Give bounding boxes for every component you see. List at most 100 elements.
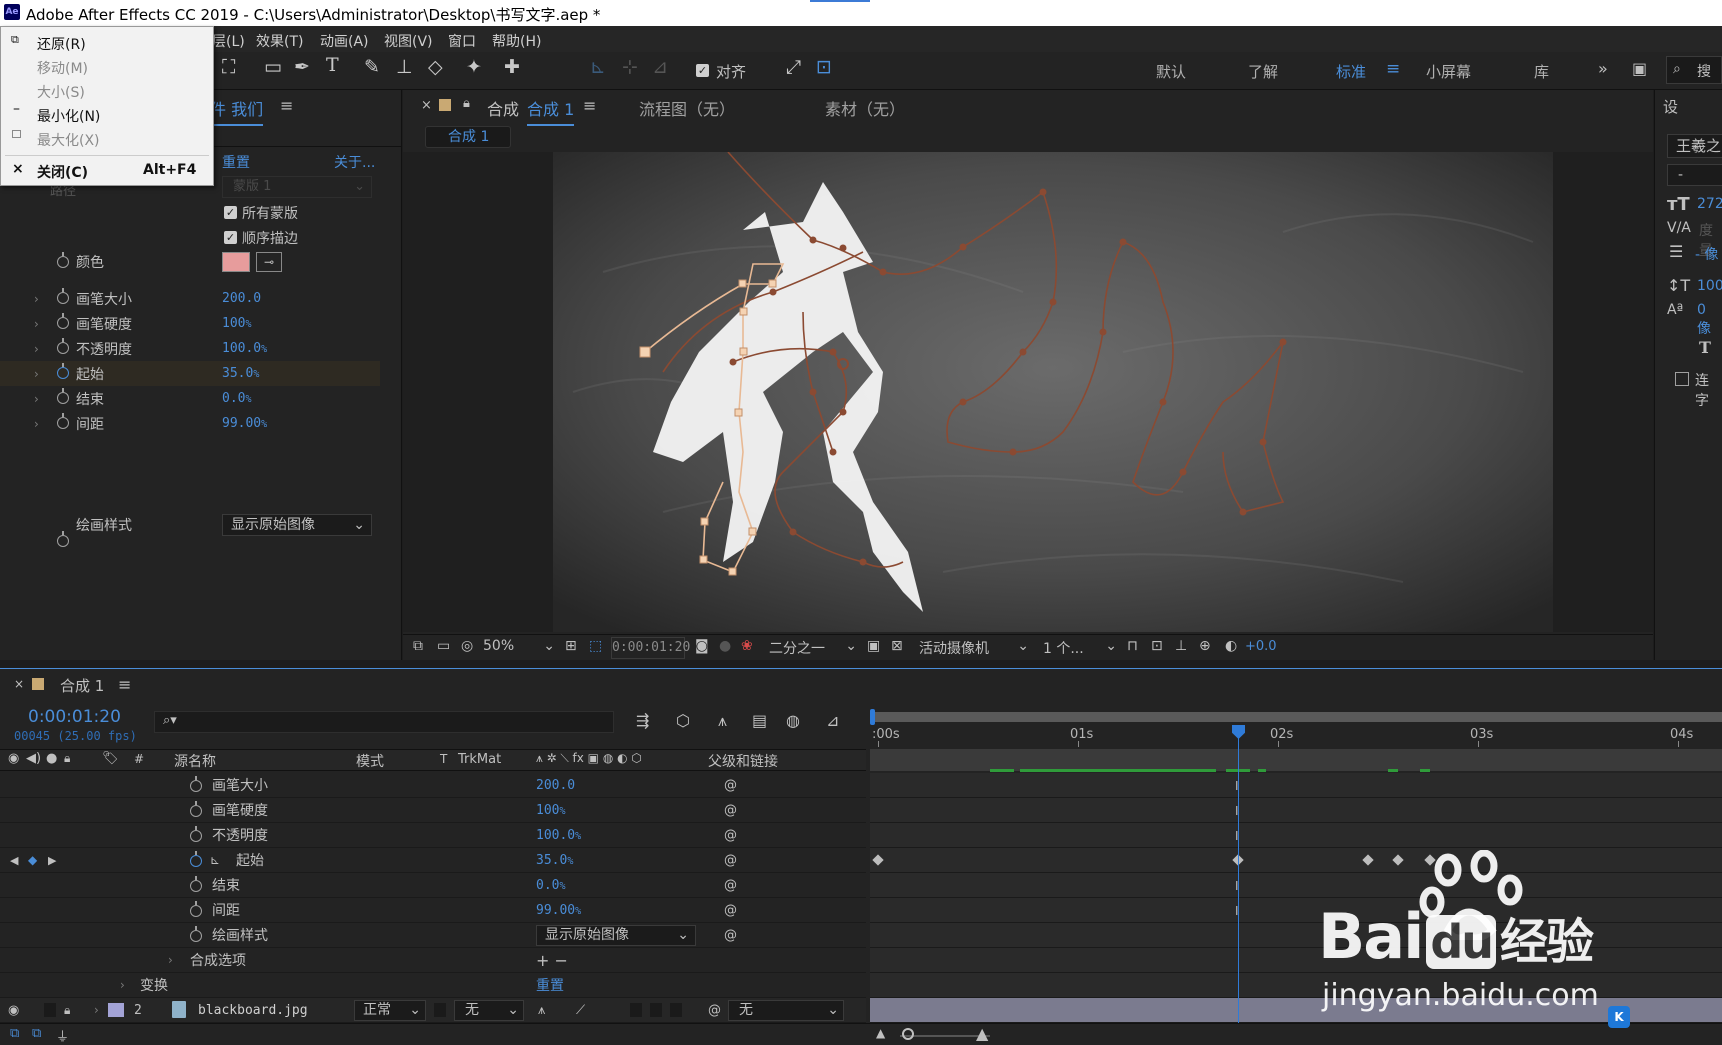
track-row[interactable]: I: [870, 823, 1722, 848]
stopwatch-icon[interactable]: [57, 388, 69, 404]
faux-bold-icon[interactable]: T: [1699, 338, 1711, 357]
title-bar[interactable]: Ae Adobe After Effects CC 2019 - C:\User…: [0, 0, 1722, 26]
effect-about-link[interactable]: 关于...: [334, 152, 375, 172]
chevron-right-icon[interactable]: ›: [34, 342, 39, 356]
layer-row-blackboard[interactable]: ◉ 🔒︎ › 2 blackboard.jpg 正常 ⌄ 无 ⌄ ⩚ ⟋ @ 无 ⌄: [0, 998, 866, 1023]
shy-layers-icon[interactable]: ⩚: [718, 711, 727, 731]
zoom-slider-handle[interactable]: [902, 1028, 914, 1040]
motion-blur-icon[interactable]: ◍: [786, 711, 800, 730]
eye-icon[interactable]: ◉: [8, 751, 19, 766]
layer-name[interactable]: blackboard.jpg: [198, 1003, 308, 1018]
track-row[interactable]: [870, 948, 1722, 973]
stopwatch-icon[interactable]: [57, 252, 69, 268]
expression-pickwhip-icon[interactable]: @: [724, 853, 737, 868]
menu-window[interactable]: 窗口: [448, 31, 476, 51]
viewer-timecode[interactable]: 0:00:01:20: [611, 637, 690, 659]
layer-switches-icon[interactable]: ⧉: [10, 1026, 19, 1041]
views-dropdown[interactable]: 1 个... ⌄: [1043, 638, 1119, 658]
chevron-right-icon[interactable]: ›: [34, 392, 39, 406]
zoom-out-icon[interactable]: ▲: [876, 1026, 885, 1040]
prev-keyframe-icon[interactable]: ◀: [10, 854, 18, 867]
menu-close[interactable]: 关闭(C): [37, 162, 88, 182]
flowchart-icon[interactable]: ⊕: [1199, 638, 1211, 654]
stopwatch-icon[interactable]: [190, 876, 202, 892]
effect-prop-value[interactable]: 99.00%: [222, 416, 267, 431]
pen-tool-icon[interactable]: ✒: [294, 56, 310, 78]
axis-tool-icon[interactable]: ⊾: [590, 56, 606, 78]
menu-restore[interactable]: 还原(R): [37, 34, 86, 54]
stopwatch-icon[interactable]: [57, 313, 69, 329]
effect-prop-value[interactable]: 100%: [222, 316, 252, 331]
track-row[interactable]: I: [870, 898, 1722, 923]
timeline-prop-value[interactable]: 200.0: [536, 778, 575, 793]
effect-prop-row[interactable]: › 结束 0.0%: [0, 386, 380, 411]
track-row[interactable]: [870, 923, 1722, 948]
timeline-prop-value[interactable]: 35.0%: [536, 853, 573, 868]
expression-pickwhip-icon[interactable]: @: [724, 928, 737, 943]
comp-tab-close-icon[interactable]: ×: [421, 98, 432, 113]
frame-blending-icon[interactable]: ▤: [752, 711, 767, 730]
timeline-prop-row[interactable]: 结束 0.0% @: [0, 873, 866, 898]
clone-stamp-tool-icon[interactable]: ⊥: [396, 56, 413, 78]
layer-parent-dropdown[interactable]: 无 ⌄: [728, 1000, 844, 1021]
label-icon[interactable]: 🏷︎: [102, 751, 119, 766]
parent-pickwhip-icon[interactable]: @: [708, 1003, 721, 1018]
timeline-transform-row[interactable]: › 变换 重置: [0, 973, 866, 998]
stroke-width-value[interactable]: - 像: [1695, 244, 1719, 264]
effect-prop-row[interactable]: › 间距 99.00%: [0, 411, 380, 436]
expression-pickwhip-icon[interactable]: @: [724, 828, 737, 843]
menu-help[interactable]: 帮助(H): [492, 31, 541, 51]
path-dropdown[interactable]: 蒙版 1 ⌄: [222, 176, 372, 198]
timeline-prop-row[interactable]: 不透明度 100.0% @: [0, 823, 866, 848]
workspace-learn[interactable]: 了解: [1248, 61, 1278, 82]
pan-behind-tool-icon[interactable]: ⛶: [222, 56, 235, 78]
snap-edges-icon[interactable]: ⤢: [786, 56, 801, 78]
preserve-transparency-box[interactable]: [434, 1003, 446, 1017]
menu-size[interactable]: 大小(S): [37, 82, 85, 102]
chevron-right-icon[interactable]: ›: [34, 317, 39, 331]
sync-settings-icon[interactable]: ▣: [1632, 59, 1647, 78]
effect-prop-value[interactable]: 100.0%: [222, 341, 267, 356]
menu-maximize[interactable]: 最大化(X): [37, 130, 100, 150]
expression-pickwhip-icon[interactable]: @: [724, 778, 737, 793]
chevron-right-icon[interactable]: ›: [34, 292, 39, 306]
comp-tab-name[interactable]: 合成 1: [527, 96, 575, 126]
workspace-menu-icon[interactable]: ≡: [1386, 59, 1400, 79]
transform-reset-link[interactable]: 重置: [536, 975, 564, 995]
track-row[interactable]: I: [870, 873, 1722, 898]
timeline-search-input[interactable]: ⌕▾: [154, 711, 614, 733]
timeline-tab-name[interactable]: 合成 1: [60, 675, 104, 696]
expression-pickwhip-icon[interactable]: @: [724, 803, 737, 818]
zoom-in-icon[interactable]: ▲: [976, 1024, 988, 1043]
render-time-icon[interactable]: ⏚: [56, 1026, 69, 1045]
rectangle-tool-icon[interactable]: ▭: [264, 56, 282, 78]
color-swatch[interactable]: [222, 252, 250, 272]
toggle-pixel-icon[interactable]: ⊓: [1127, 638, 1138, 654]
track-row[interactable]: I: [870, 798, 1722, 823]
expression-pickwhip-icon[interactable]: @: [724, 903, 737, 918]
all-masks-checkbox[interactable]: ✓: [224, 206, 237, 219]
world-axis-icon[interactable]: ⊹: [622, 56, 638, 78]
layer-mode-dropdown[interactable]: 正常 ⌄: [354, 1000, 426, 1021]
effect-prop-row[interactable]: › 起始 35.0%: [0, 361, 380, 386]
mode-header[interactable]: 模式: [356, 751, 384, 771]
vertical-scale-value[interactable]: 100: [1697, 278, 1722, 294]
show-snapshot-icon[interactable]: ●: [719, 638, 731, 654]
stopwatch-icon[interactable]: [57, 531, 69, 547]
add-keyframe-icon[interactable]: ◆: [28, 853, 37, 867]
chevron-right-icon[interactable]: ›: [34, 417, 39, 431]
track-row[interactable]: [870, 848, 1722, 873]
timeline-menu-icon[interactable]: ≡: [118, 675, 131, 694]
quality-switch-icon[interactable]: ⟋: [576, 1003, 585, 1018]
chevron-right-icon[interactable]: ›: [168, 953, 173, 967]
stopwatch-icon[interactable]: [190, 926, 202, 942]
baseline-shift-value[interactable]: 0 像: [1697, 302, 1722, 338]
timeline-prop-row[interactable]: 画笔大小 200.0 @: [0, 773, 866, 798]
lock-icon[interactable]: 🔒︎: [463, 96, 470, 111]
workspace-small-screen[interactable]: 小屏幕: [1426, 61, 1471, 82]
stopwatch-icon[interactable]: [57, 288, 69, 304]
add-remove-buttons[interactable]: + −: [536, 951, 568, 970]
chevron-right-icon[interactable]: ›: [120, 978, 125, 992]
switch-box[interactable]: [630, 1003, 642, 1017]
current-time-indicator[interactable]: [1232, 725, 1245, 1045]
